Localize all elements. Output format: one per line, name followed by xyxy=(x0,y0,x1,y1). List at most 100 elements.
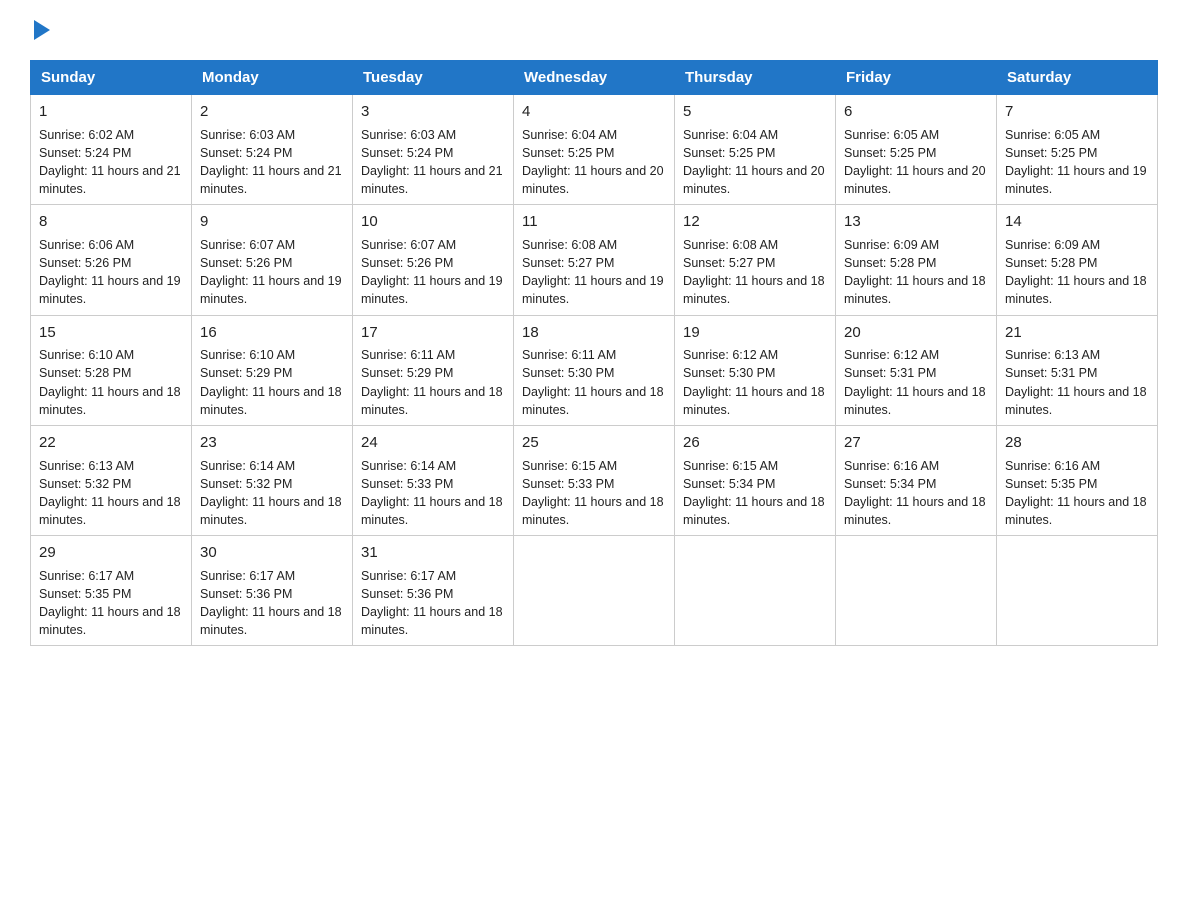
day-number: 28 xyxy=(1005,432,1149,454)
calendar-cell: 30 Sunrise: 6:17 AMSunset: 5:36 PMDayligh… xyxy=(192,536,353,646)
day-number: 17 xyxy=(361,322,505,344)
calendar-week-2: 8Sunrise: 6:06 AMSunset: 5:26 PMDaylight… xyxy=(31,205,1158,315)
day-number: 13 xyxy=(844,211,988,233)
cell-sun-info: Sunrise: 6:03 AMSunset: 5:24 PMDaylight:… xyxy=(200,126,344,199)
calendar-cell: 11 Sunrise: 6:08 AMSunset: 5:27 PMDayligh… xyxy=(514,205,675,315)
col-header-monday: Monday xyxy=(192,61,353,95)
calendar-cell: 21Sunrise: 6:13 AMSunset: 5:31 PMDayligh… xyxy=(997,315,1158,425)
cell-sun-info: Sunrise: 6:10 AMSunset: 5:29 PMDaylight:… xyxy=(200,346,344,419)
calendar-week-4: 22 Sunrise: 6:13 AMSunset: 5:32 PMDayligh… xyxy=(31,425,1158,535)
cell-sun-info: Sunrise: 6:09 AMSunset: 5:28 PMDaylight:… xyxy=(844,236,988,309)
day-number: 24 xyxy=(361,432,505,454)
cell-sun-info: Sunrise: 6:17 AMSunset: 5:36 PMDaylight:… xyxy=(361,567,505,640)
col-header-wednesday: Wednesday xyxy=(514,61,675,95)
cell-sun-info: Sunrise: 6:08 AMSunset: 5:27 PMDaylight:… xyxy=(522,236,666,309)
cell-sun-info: Sunrise: 6:15 AMSunset: 5:33 PMDaylight:… xyxy=(522,457,666,530)
cell-sun-info: Sunrise: 6:14 AMSunset: 5:32 PMDaylight:… xyxy=(200,457,344,530)
cell-sun-info: Sunrise: 6:16 AMSunset: 5:34 PMDaylight:… xyxy=(844,457,988,530)
calendar-cell: 23 Sunrise: 6:14 AMSunset: 5:32 PMDayligh… xyxy=(192,425,353,535)
calendar-week-1: 1Sunrise: 6:02 AMSunset: 5:24 PMDaylight… xyxy=(31,95,1158,205)
cell-sun-info: Sunrise: 6:16 AMSunset: 5:35 PMDaylight:… xyxy=(1005,457,1149,530)
calendar-cell: 29 Sunrise: 6:17 AMSunset: 5:35 PMDayligh… xyxy=(31,536,192,646)
cell-sun-info: Sunrise: 6:15 AMSunset: 5:34 PMDaylight:… xyxy=(683,457,827,530)
day-number: 4 xyxy=(522,101,666,123)
day-number: 30 xyxy=(200,542,344,564)
cell-sun-info: Sunrise: 6:04 AMSunset: 5:25 PMDaylight:… xyxy=(522,126,666,199)
day-number: 9 xyxy=(200,211,344,233)
col-header-tuesday: Tuesday xyxy=(353,61,514,95)
day-number: 6 xyxy=(844,101,988,123)
cell-sun-info: Sunrise: 6:17 AMSunset: 5:36 PMDaylight:… xyxy=(200,567,344,640)
calendar-cell: 25 Sunrise: 6:15 AMSunset: 5:33 PMDayligh… xyxy=(514,425,675,535)
day-number: 22 xyxy=(39,432,183,454)
calendar-cell: 17Sunrise: 6:11 AMSunset: 5:29 PMDayligh… xyxy=(353,315,514,425)
day-number: 12 xyxy=(683,211,827,233)
cell-sun-info: Sunrise: 6:09 AMSunset: 5:28 PMDaylight:… xyxy=(1005,236,1149,309)
day-number: 2 xyxy=(200,101,344,123)
calendar-cell: 15Sunrise: 6:10 AMSunset: 5:28 PMDayligh… xyxy=(31,315,192,425)
calendar-table: SundayMondayTuesdayWednesdayThursdayFrid… xyxy=(30,60,1158,646)
day-number: 1 xyxy=(39,101,183,123)
calendar-cell xyxy=(997,536,1158,646)
calendar-cell: 2 Sunrise: 6:03 AMSunset: 5:24 PMDaylight… xyxy=(192,95,353,205)
cell-sun-info: Sunrise: 6:05 AMSunset: 5:25 PMDaylight:… xyxy=(844,126,988,199)
day-number: 16 xyxy=(200,322,344,344)
calendar-cell: 10 Sunrise: 6:07 AMSunset: 5:26 PMDayligh… xyxy=(353,205,514,315)
calendar-cell: 4 Sunrise: 6:04 AMSunset: 5:25 PMDaylight… xyxy=(514,95,675,205)
calendar-cell: 31 Sunrise: 6:17 AMSunset: 5:36 PMDayligh… xyxy=(353,536,514,646)
cell-sun-info: Sunrise: 6:13 AMSunset: 5:32 PMDaylight:… xyxy=(39,457,183,530)
calendar-cell: 3Sunrise: 6:03 AMSunset: 5:24 PMDaylight… xyxy=(353,95,514,205)
cell-sun-info: Sunrise: 6:08 AMSunset: 5:27 PMDaylight:… xyxy=(683,236,827,309)
col-header-thursday: Thursday xyxy=(675,61,836,95)
cell-sun-info: Sunrise: 6:12 AMSunset: 5:31 PMDaylight:… xyxy=(844,346,988,419)
calendar-cell xyxy=(675,536,836,646)
col-header-sunday: Sunday xyxy=(31,61,192,95)
day-number: 29 xyxy=(39,542,183,564)
calendar-cell: 19Sunrise: 6:12 AMSunset: 5:30 PMDayligh… xyxy=(675,315,836,425)
logo-triangle-icon xyxy=(34,20,50,40)
calendar-week-5: 29 Sunrise: 6:17 AMSunset: 5:35 PMDayligh… xyxy=(31,536,1158,646)
calendar-cell: 6 Sunrise: 6:05 AMSunset: 5:25 PMDaylight… xyxy=(836,95,997,205)
calendar-cell: 20Sunrise: 6:12 AMSunset: 5:31 PMDayligh… xyxy=(836,315,997,425)
day-number: 23 xyxy=(200,432,344,454)
day-number: 14 xyxy=(1005,211,1149,233)
cell-sun-info: Sunrise: 6:04 AMSunset: 5:25 PMDaylight:… xyxy=(683,126,827,199)
day-number: 11 xyxy=(522,211,666,233)
calendar-cell xyxy=(836,536,997,646)
day-number: 31 xyxy=(361,542,505,564)
day-number: 20 xyxy=(844,322,988,344)
calendar-cell: 24 Sunrise: 6:14 AMSunset: 5:33 PMDayligh… xyxy=(353,425,514,535)
day-number: 26 xyxy=(683,432,827,454)
cell-sun-info: Sunrise: 6:11 AMSunset: 5:29 PMDaylight:… xyxy=(361,346,505,419)
calendar-cell: 9 Sunrise: 6:07 AMSunset: 5:26 PMDaylight… xyxy=(192,205,353,315)
calendar-header-row: SundayMondayTuesdayWednesdayThursdayFrid… xyxy=(31,61,1158,95)
calendar-cell: 18Sunrise: 6:11 AMSunset: 5:30 PMDayligh… xyxy=(514,315,675,425)
cell-sun-info: Sunrise: 6:12 AMSunset: 5:30 PMDaylight:… xyxy=(683,346,827,419)
calendar-cell xyxy=(514,536,675,646)
day-number: 25 xyxy=(522,432,666,454)
calendar-cell: 13 Sunrise: 6:09 AMSunset: 5:28 PMDayligh… xyxy=(836,205,997,315)
col-header-saturday: Saturday xyxy=(997,61,1158,95)
day-number: 18 xyxy=(522,322,666,344)
calendar-cell: 14 Sunrise: 6:09 AMSunset: 5:28 PMDayligh… xyxy=(997,205,1158,315)
calendar-cell: 7 Sunrise: 6:05 AMSunset: 5:25 PMDaylight… xyxy=(997,95,1158,205)
cell-sun-info: Sunrise: 6:11 AMSunset: 5:30 PMDaylight:… xyxy=(522,346,666,419)
calendar-cell: 26 Sunrise: 6:15 AMSunset: 5:34 PMDayligh… xyxy=(675,425,836,535)
day-number: 5 xyxy=(683,101,827,123)
logo xyxy=(30,20,50,42)
calendar-cell: 12 Sunrise: 6:08 AMSunset: 5:27 PMDayligh… xyxy=(675,205,836,315)
day-number: 7 xyxy=(1005,101,1149,123)
day-number: 15 xyxy=(39,322,183,344)
calendar-cell: 5 Sunrise: 6:04 AMSunset: 5:25 PMDaylight… xyxy=(675,95,836,205)
cell-sun-info: Sunrise: 6:07 AMSunset: 5:26 PMDaylight:… xyxy=(200,236,344,309)
cell-sun-info: Sunrise: 6:07 AMSunset: 5:26 PMDaylight:… xyxy=(361,236,505,309)
cell-sun-info: Sunrise: 6:14 AMSunset: 5:33 PMDaylight:… xyxy=(361,457,505,530)
cell-sun-info: Sunrise: 6:05 AMSunset: 5:25 PMDaylight:… xyxy=(1005,126,1149,199)
day-number: 10 xyxy=(361,211,505,233)
cell-sun-info: Sunrise: 6:17 AMSunset: 5:35 PMDaylight:… xyxy=(39,567,183,640)
calendar-week-3: 15Sunrise: 6:10 AMSunset: 5:28 PMDayligh… xyxy=(31,315,1158,425)
calendar-cell: 16Sunrise: 6:10 AMSunset: 5:29 PMDayligh… xyxy=(192,315,353,425)
calendar-cell: 22 Sunrise: 6:13 AMSunset: 5:32 PMDayligh… xyxy=(31,425,192,535)
page-header xyxy=(30,20,1158,42)
calendar-cell: 1Sunrise: 6:02 AMSunset: 5:24 PMDaylight… xyxy=(31,95,192,205)
